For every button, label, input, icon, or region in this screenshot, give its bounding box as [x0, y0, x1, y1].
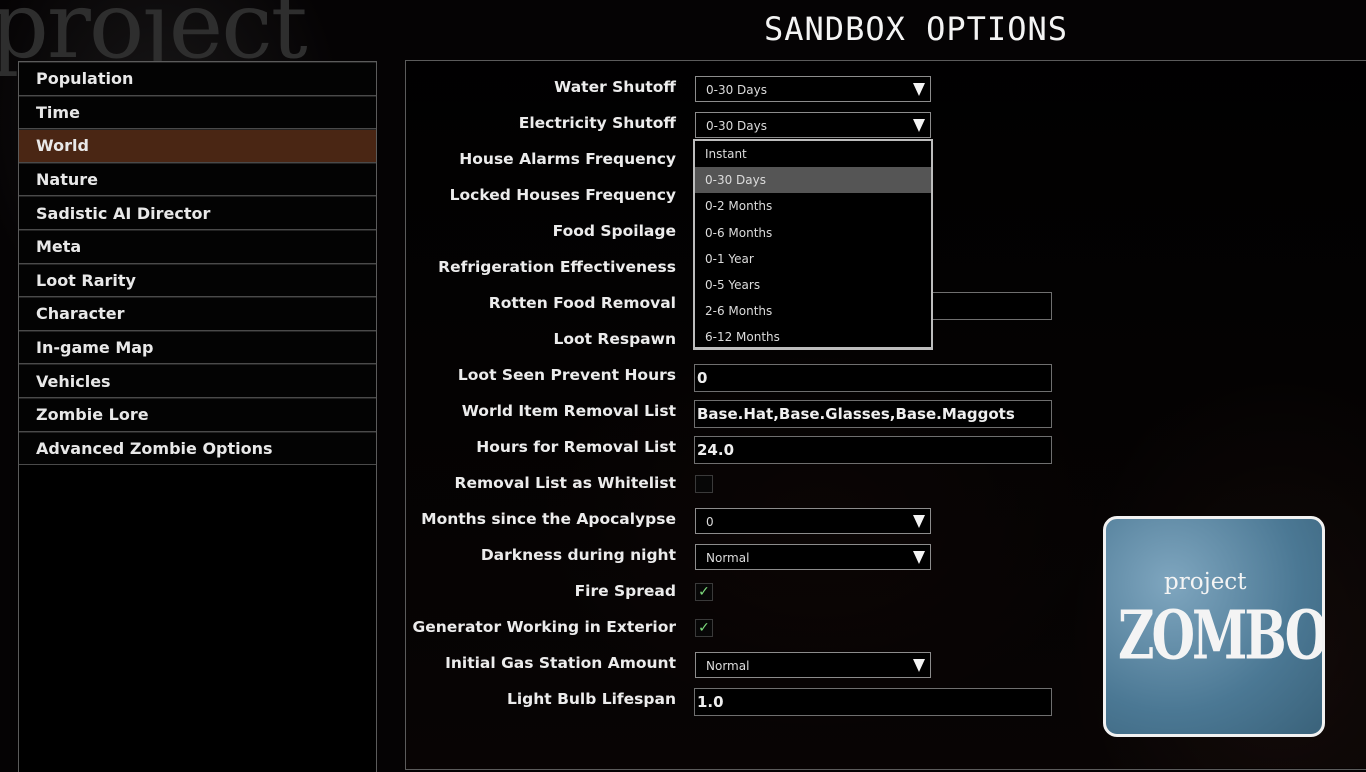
loot-seen-prevent-hours-input[interactable]: 0	[694, 364, 1052, 392]
dropdown-option[interactable]: 0-6 Months	[695, 220, 931, 246]
sidebar-item-label: Population	[36, 69, 134, 89]
triangle-down-icon	[913, 83, 925, 96]
setting-row-removal-list-as-whitelist: Removal List as Whitelist	[406, 472, 1106, 500]
setting-label: Refrigeration Effectiveness	[438, 258, 676, 276]
sidebar-item-label: Character	[36, 304, 125, 324]
combo-value: 0-30 Days	[706, 83, 767, 97]
sidebar-category-list: Population Time World Nature Sadistic AI…	[18, 61, 377, 772]
electricity-shutoff-select[interactable]: 0-30 Days	[695, 112, 931, 138]
setting-row-generator-working-exterior: Generator Working in Exterior ✓	[406, 616, 1106, 644]
sidebar-item-zombie-lore[interactable]: Zombie Lore	[19, 397, 376, 432]
sidebar-item-character[interactable]: Character	[19, 297, 376, 331]
setting-row-loot-seen-prevent-hours: Loot Seen Prevent Hours 0	[406, 364, 1106, 392]
dropdown-option[interactable]: Instant	[695, 141, 931, 167]
setting-label: Loot Seen Prevent Hours	[457, 366, 676, 384]
page-title: SANDBOX OPTIONS	[764, 10, 1068, 48]
setting-label: Darkness during night	[480, 546, 676, 564]
setting-label: Months since the Apocalypse	[421, 510, 676, 528]
sidebar-item-label: Sadistic AI Director	[36, 203, 211, 223]
dropdown-option[interactable]: 2-6 Months	[695, 298, 931, 324]
sidebar-item-in-game-map[interactable]: In-game Map	[19, 330, 376, 365]
checkmark-icon: ✓	[698, 584, 710, 600]
setting-label: Rotten Food Removal	[488, 294, 676, 312]
setting-label: Locked Houses Frequency	[449, 186, 676, 204]
setting-label: Hours for Removal List	[476, 438, 676, 456]
setting-label: Loot Respawn	[553, 330, 676, 348]
light-bulb-lifespan-input[interactable]: 1.0	[694, 688, 1052, 716]
setting-row-fire-spread: Fire Spread ✓	[406, 580, 1106, 608]
setting-row-darkness-during-night: Darkness during night Normal	[406, 544, 1106, 572]
dropdown-option[interactable]: 0-5 Years	[695, 272, 931, 298]
darkness-during-night-select[interactable]: Normal	[695, 544, 931, 570]
sidebar-item-label: World	[36, 136, 89, 156]
setting-row-electricity-shutoff: Electricity Shutoff 0-30 Days	[406, 112, 1106, 140]
project-zomboid-logo: project ZOMBOID	[1103, 516, 1325, 737]
setting-label: Initial Gas Station Amount	[445, 654, 676, 672]
dropdown-option[interactable]: 6-12 Months	[695, 324, 931, 350]
combo-value: 0	[706, 515, 714, 529]
setting-row-light-bulb-lifespan: Light Bulb Lifespan 1.0	[406, 688, 1106, 716]
setting-row-months-since-apocalypse: Months since the Apocalypse 0	[406, 508, 1106, 536]
triangle-down-icon	[913, 551, 925, 564]
sidebar-item-world[interactable]: World	[19, 129, 376, 163]
sidebar-item-label: In-game Map	[36, 338, 154, 358]
setting-label: Fire Spread	[574, 582, 676, 600]
sidebar-item-label: Zombie Lore	[36, 405, 149, 425]
combo-value: Normal	[706, 551, 750, 565]
setting-label: Light Bulb Lifespan	[506, 690, 676, 708]
sidebar-item-label: Time	[36, 102, 80, 122]
sidebar-item-label: Nature	[36, 170, 98, 190]
setting-row-world-item-removal-list: World Item Removal List Base.Hat,Base.Gl…	[406, 400, 1106, 428]
setting-row-initial-gas-station-amount: Initial Gas Station Amount Normal	[406, 652, 1106, 680]
triangle-down-icon	[913, 515, 925, 528]
setting-label: Water Shutoff	[554, 78, 676, 96]
setting-label: Electricity Shutoff	[518, 114, 676, 132]
setting-label: World Item Removal List	[461, 402, 676, 420]
setting-label: Generator Working in Exterior	[412, 618, 676, 636]
setting-row-hours-for-removal-list: Hours for Removal List 24.0	[406, 436, 1106, 464]
initial-gas-station-amount-select[interactable]: Normal	[695, 652, 931, 678]
sidebar-item-time[interactable]: Time	[19, 95, 376, 130]
sidebar-item-label: Loot Rarity	[36, 270, 136, 290]
hours-for-removal-list-input[interactable]: 24.0	[694, 436, 1052, 464]
combo-value: 0-30 Days	[706, 119, 767, 133]
triangle-down-icon	[913, 119, 925, 132]
setting-label: Removal List as Whitelist	[454, 474, 676, 492]
dropdown-option-selected[interactable]: 0-30 Days	[695, 167, 931, 194]
dropdown-option[interactable]: 0-1 Year	[695, 246, 931, 272]
months-since-apocalypse-select[interactable]: 0	[695, 508, 931, 534]
sidebar-item-label: Vehicles	[36, 371, 111, 391]
sidebar-item-sadistic-ai-director[interactable]: Sadistic AI Director	[19, 196, 376, 230]
sidebar-item-loot-rarity[interactable]: Loot Rarity	[19, 263, 376, 298]
setting-row-water-shutoff: Water Shutoff 0-30 Days	[406, 76, 1106, 104]
setting-label: House Alarms Frequency	[459, 150, 676, 168]
logo-small-text: project	[1164, 569, 1247, 595]
sidebar-item-vehicles[interactable]: Vehicles	[19, 364, 376, 398]
fire-spread-checkbox[interactable]: ✓	[695, 583, 713, 601]
setting-label: Food Spoilage	[552, 222, 676, 240]
removal-list-whitelist-checkbox[interactable]	[695, 475, 713, 493]
generator-working-exterior-checkbox[interactable]: ✓	[695, 619, 713, 637]
dropdown-option[interactable]: 0-2 Months	[695, 193, 931, 219]
sidebar-item-nature[interactable]: Nature	[19, 162, 376, 197]
world-item-removal-list-input[interactable]: Base.Hat,Base.Glasses,Base.Maggots	[694, 400, 1052, 428]
sidebar-item-label: Advanced Zombie Options	[36, 438, 273, 458]
water-shutoff-select[interactable]: 0-30 Days	[695, 76, 931, 102]
checkmark-icon: ✓	[698, 620, 710, 636]
sidebar-item-meta[interactable]: Meta	[19, 229, 376, 264]
logo-big-text: ZOMBOID	[1118, 595, 1325, 675]
combo-value: Normal	[706, 659, 750, 673]
sidebar-item-label: Meta	[36, 237, 82, 257]
electricity-shutoff-dropdown-list: Instant 0-30 Days 0-2 Months 0-6 Months …	[693, 139, 933, 350]
sidebar-item-population[interactable]: Population	[19, 62, 376, 96]
triangle-down-icon	[913, 659, 925, 672]
sidebar-item-advanced-zombie-options[interactable]: Advanced Zombie Options	[19, 431, 376, 466]
